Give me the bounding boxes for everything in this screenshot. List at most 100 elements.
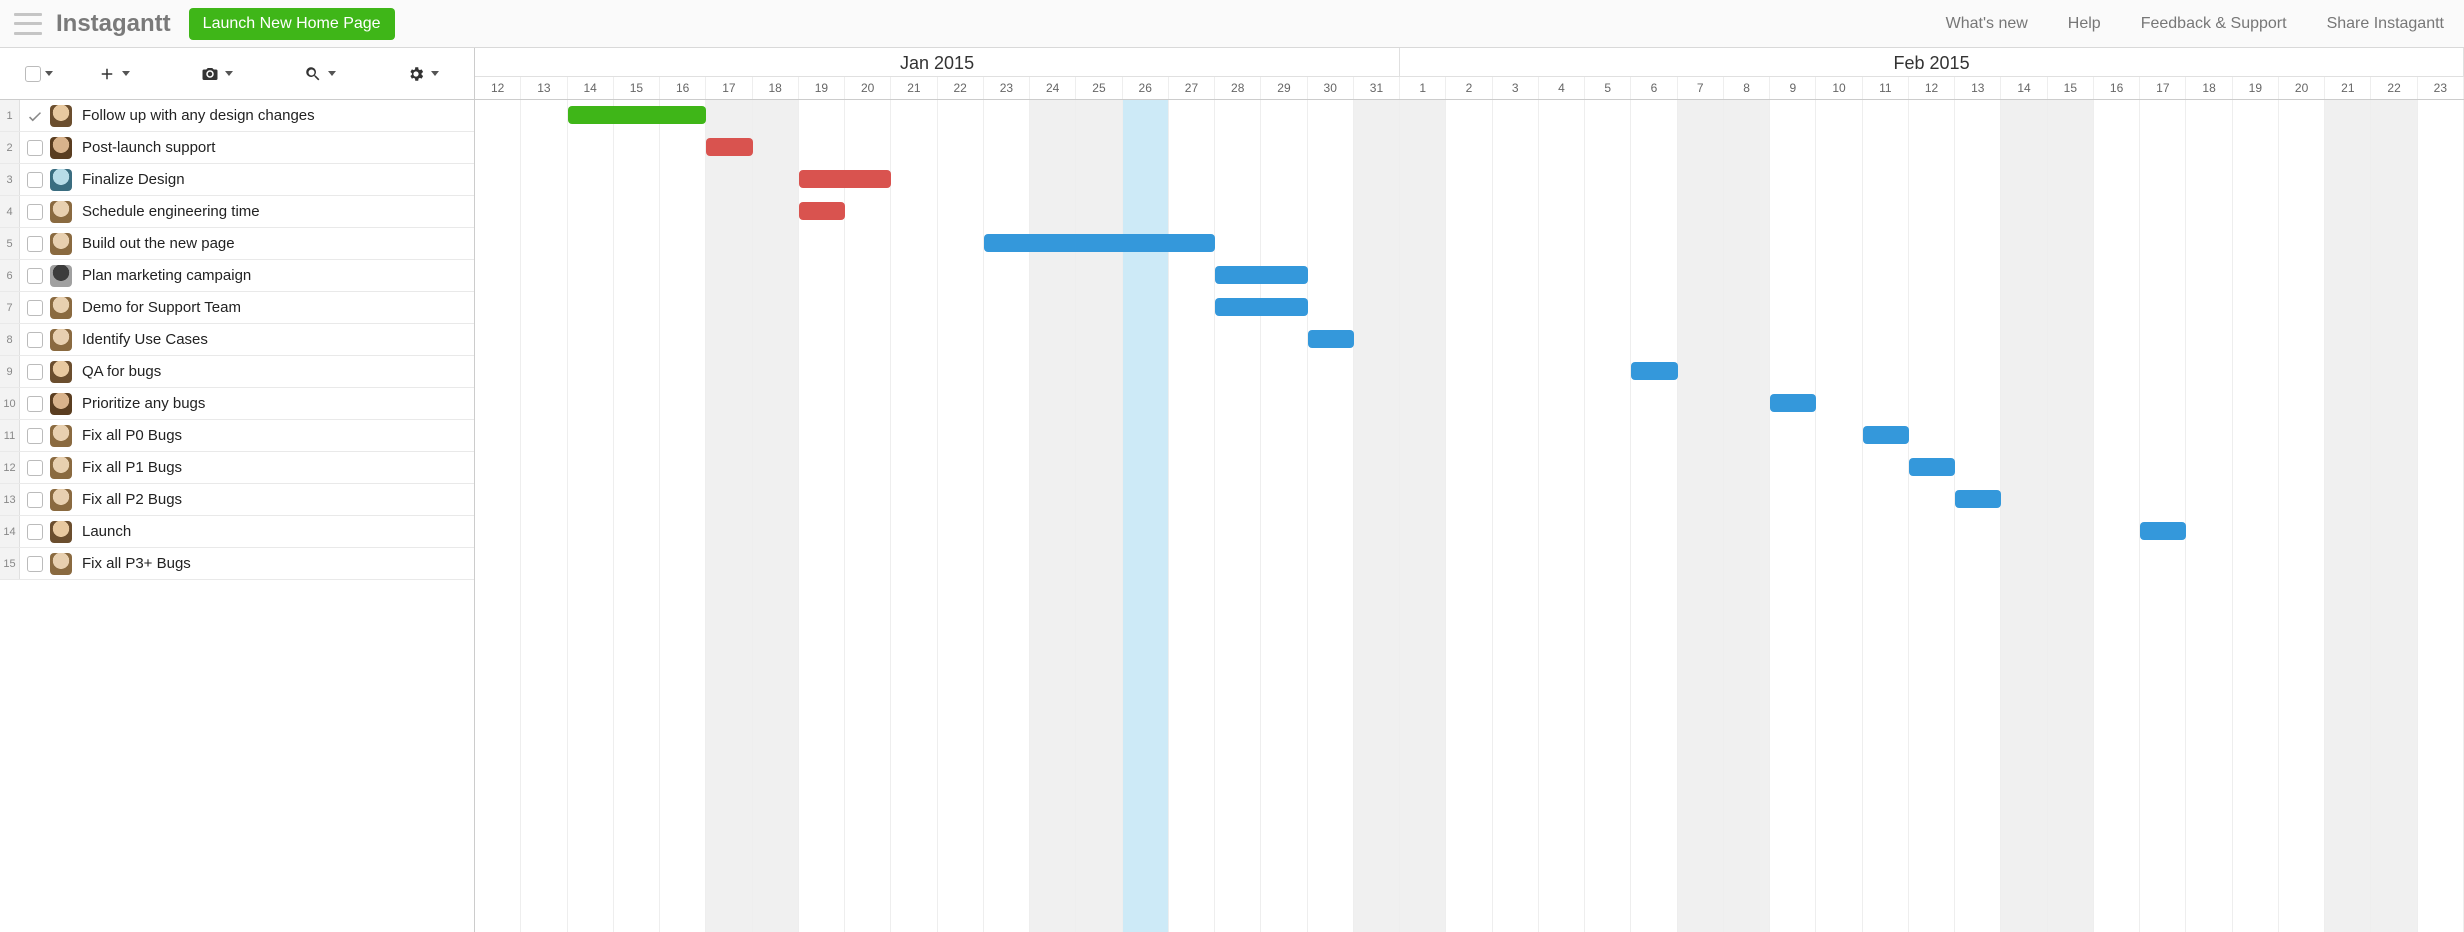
row-number: 8 (0, 324, 20, 355)
gantt-bar[interactable] (706, 138, 752, 156)
task-name[interactable]: Plan marketing campaign (82, 267, 251, 284)
task-name[interactable]: Follow up with any design changes (82, 107, 315, 124)
gantt-bar[interactable] (1863, 426, 1909, 444)
task-row[interactable]: 13Fix all P2 Bugs (0, 484, 474, 516)
gantt-bar[interactable] (1955, 490, 2001, 508)
gantt-bar[interactable] (1770, 394, 1816, 412)
plus-icon (98, 65, 116, 83)
gantt-bar[interactable] (799, 170, 892, 188)
gantt-bar[interactable] (1215, 298, 1308, 316)
day-label: 28 (1215, 77, 1261, 99)
toolbar-left (0, 48, 475, 100)
task-row[interactable]: 3Finalize Design (0, 164, 474, 196)
task-row[interactable]: 8 Identify Use Cases (0, 324, 474, 356)
task-row[interactable]: 7Demo for Support Team (0, 292, 474, 324)
gantt-row (475, 164, 2464, 196)
task-row[interactable]: 6Plan marketing campaign (0, 260, 474, 292)
task-name[interactable]: Fix all P1 Bugs (82, 459, 182, 476)
day-label: 14 (2001, 77, 2047, 99)
task-row[interactable]: 14Launch (0, 516, 474, 548)
task-checkbox[interactable] (20, 300, 50, 316)
gantt-row (475, 292, 2464, 324)
gantt-row (475, 228, 2464, 260)
gantt-bar[interactable] (1909, 458, 1955, 476)
gantt-bar[interactable] (799, 202, 845, 220)
task-name[interactable]: QA for bugs (82, 363, 161, 380)
gantt-bar[interactable] (1215, 266, 1308, 284)
task-name[interactable]: Schedule engineering time (82, 203, 260, 220)
task-checkbox[interactable] (20, 140, 50, 156)
gantt-bar[interactable] (984, 234, 1215, 252)
task-name[interactable]: Launch (82, 523, 131, 540)
task-row[interactable]: 15Fix all P3+ Bugs (0, 548, 474, 580)
task-name[interactable]: Demo for Support Team (82, 299, 241, 316)
zoom-button[interactable] (294, 59, 346, 89)
avatar (50, 553, 72, 575)
task-checkbox[interactable] (20, 332, 50, 348)
gantt-bar[interactable] (1308, 330, 1354, 348)
menu-icon[interactable] (14, 13, 42, 35)
task-row[interactable]: 1 Follow up with any design changes (0, 100, 474, 132)
task-name[interactable]: Fix all P2 Bugs (82, 491, 182, 508)
day-label: 30 (1308, 77, 1354, 99)
project-title-button[interactable]: Launch New Home Page (189, 8, 395, 40)
task-name[interactable]: Finalize Design (82, 171, 185, 188)
gantt-row (475, 356, 2464, 388)
task-row[interactable]: 2Post-launch support (0, 132, 474, 164)
task-name[interactable]: Build out the new page (82, 235, 235, 252)
task-checkbox[interactable] (20, 524, 50, 540)
gantt-row (475, 548, 2464, 580)
row-number: 1 (0, 100, 20, 131)
link-share[interactable]: Share Instagantt (2327, 15, 2444, 33)
day-label: 12 (475, 77, 521, 99)
settings-button[interactable] (397, 59, 449, 89)
task-name[interactable]: Fix all P0 Bugs (82, 427, 182, 444)
task-name[interactable]: Prioritize any bugs (82, 395, 205, 412)
task-row[interactable]: 10 Prioritize any bugs (0, 388, 474, 420)
task-name[interactable]: Post-launch support (82, 139, 215, 156)
task-row[interactable]: 4Schedule engineering time (0, 196, 474, 228)
task-list-panel: 1 Follow up with any design changes 2Post-… (0, 100, 475, 932)
avatar (50, 361, 72, 383)
add-button[interactable] (88, 59, 140, 89)
link-help[interactable]: Help (2068, 15, 2101, 33)
avatar (50, 297, 72, 319)
task-checkbox[interactable] (20, 236, 50, 252)
day-label: 9 (1770, 77, 1816, 99)
task-checkbox[interactable] (20, 172, 50, 188)
select-all-checkbox[interactable] (24, 64, 54, 84)
gantt-row (475, 100, 2464, 132)
task-checkbox[interactable] (20, 268, 50, 284)
gantt-bar[interactable] (2140, 522, 2186, 540)
main-area: 1 Follow up with any design changes 2Post-… (0, 100, 2464, 932)
day-label: 13 (521, 77, 567, 99)
snapshot-button[interactable] (191, 59, 243, 89)
avatar (50, 489, 72, 511)
gantt-chart[interactable] (475, 100, 2464, 932)
task-name[interactable]: Fix all P3+ Bugs (82, 555, 191, 572)
task-checkbox[interactable] (20, 460, 50, 476)
avatar (50, 233, 72, 255)
gantt-row (475, 260, 2464, 292)
task-row[interactable]: 12Fix all P1 Bugs (0, 452, 474, 484)
task-checkbox[interactable] (20, 364, 50, 380)
task-name[interactable]: Identify Use Cases (82, 331, 208, 348)
task-checkbox[interactable] (20, 428, 50, 444)
link-whats-new[interactable]: What's new (1946, 15, 2028, 33)
link-feedback[interactable]: Feedback & Support (2141, 15, 2287, 33)
task-checkbox[interactable] (20, 396, 50, 412)
gantt-bar[interactable] (568, 106, 707, 124)
task-row[interactable]: 11Fix all P0 Bugs (0, 420, 474, 452)
task-checkbox[interactable] (20, 204, 50, 220)
gantt-row (475, 420, 2464, 452)
day-label: 18 (753, 77, 799, 99)
task-checkbox[interactable] (20, 556, 50, 572)
day-label: 29 (1261, 77, 1307, 99)
day-label: 4 (1539, 77, 1585, 99)
task-row[interactable]: 5Build out the new page (0, 228, 474, 260)
task-row[interactable]: 9QA for bugs (0, 356, 474, 388)
gantt-bar[interactable] (1631, 362, 1677, 380)
row-number: 10 (0, 388, 20, 419)
task-done-icon[interactable] (20, 107, 50, 125)
task-checkbox[interactable] (20, 492, 50, 508)
